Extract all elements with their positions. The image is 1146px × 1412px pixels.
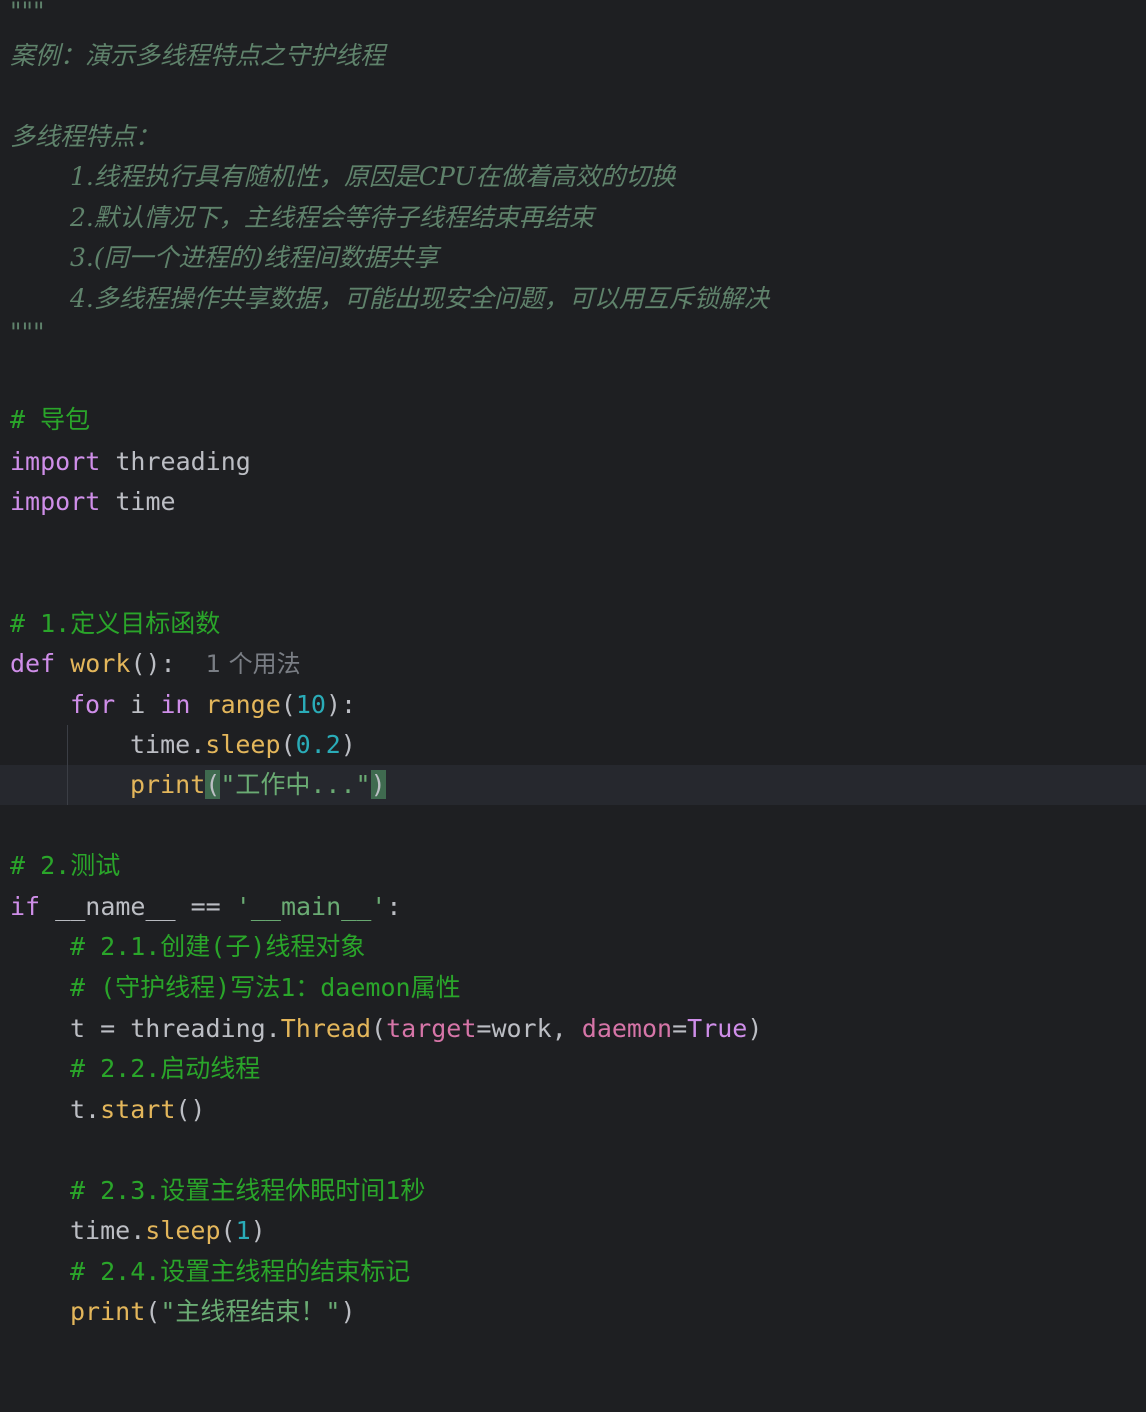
- docstring-point-line: 1.线程执行具有随机性，原因是CPU在做着高效的切换: [0, 157, 1146, 197]
- sleep-call: sleep: [145, 1216, 221, 1245]
- object-ref: t.: [70, 1095, 101, 1124]
- comment: # 2.1.创建(子)线程对象: [70, 932, 366, 961]
- range-call: range: [205, 690, 281, 719]
- param-value: =work,: [476, 1014, 582, 1043]
- number-literal: 1: [235, 1216, 251, 1245]
- signature-tail: ():: [130, 649, 176, 678]
- function-name: work: [70, 649, 131, 678]
- docstring-close-line: """: [0, 313, 1146, 353]
- number-literal: 0.2: [295, 730, 341, 759]
- start-call: start: [100, 1095, 176, 1124]
- code-line: def work(): 1 个用法: [0, 644, 1146, 684]
- comment: # 1.定义目标函数: [10, 609, 221, 638]
- def-keyword: def: [10, 649, 56, 678]
- code-line: # 1.定义目标函数: [0, 604, 1146, 644]
- code-line: # 2.2.启动线程: [0, 1049, 1146, 1089]
- module-name: threading: [115, 447, 251, 476]
- code-line: # 2.1.创建(子)线程对象: [0, 927, 1146, 967]
- module-ref: time.: [130, 730, 206, 759]
- code-line: import threading: [0, 442, 1146, 482]
- number-literal: 10: [295, 690, 326, 719]
- docstring-quote: """: [10, 318, 45, 347]
- usage-hint[interactable]: 1 个用法: [206, 650, 301, 678]
- in-keyword: in: [160, 690, 191, 719]
- code-line: time.sleep(0.2): [130, 730, 356, 759]
- code-line: # 2.4.设置主线程的结束标记: [0, 1252, 1146, 1292]
- if-keyword: if: [10, 892, 41, 921]
- docstring-subtitle-line: 多线程特点：: [0, 117, 1146, 157]
- assignment: t = threading.: [70, 1014, 281, 1043]
- code-line: print("主线程结束！"): [70, 1297, 356, 1326]
- docstring-point-line: 3.(同一个进程的)线程间数据共享: [0, 238, 1146, 278]
- print-call: print: [130, 770, 206, 799]
- condition: __name__ ==: [55, 892, 236, 921]
- code-line: for i in range(10):: [70, 690, 357, 719]
- string-literal: "主线程结束！": [160, 1297, 341, 1326]
- string-literal: '__main__': [235, 892, 387, 921]
- docstring-title: 案例：演示多线程特点之守护线程: [10, 41, 386, 70]
- code-line: t.start(): [0, 1090, 1146, 1130]
- code-line: if __name__ == '__main__':: [0, 887, 1146, 927]
- module-ref: time.: [70, 1216, 146, 1245]
- bool-literal: True: [687, 1014, 748, 1043]
- comment: # 2.3.设置主线程休眠时间1秒: [70, 1176, 426, 1205]
- colon: :: [386, 892, 402, 921]
- module-name: time: [115, 487, 176, 516]
- code-line: import time: [0, 482, 1146, 522]
- string-literal: "工作中...": [220, 770, 371, 799]
- code-line: # 导包: [0, 400, 1146, 440]
- param-name: target: [386, 1014, 477, 1043]
- sleep-call: sleep: [205, 730, 281, 759]
- comment: # (守护线程)写法1：daemon属性: [70, 973, 461, 1002]
- comment: # 导包: [10, 405, 91, 434]
- docstring-subtitle: 多线程特点：: [10, 122, 161, 151]
- print-call: print: [70, 1297, 146, 1326]
- code-line: time.sleep(1): [70, 1216, 266, 1245]
- code-line: # 2.3.设置主线程休眠时间1秒: [0, 1171, 1146, 1211]
- current-line: print("工作中..."): [0, 765, 1146, 805]
- docstring-point: 3.(同一个进程的)线程间数据共享: [70, 243, 439, 272]
- code-editor[interactable]: """ 案例：演示多线程特点之守护线程 多线程特点： 1.线程执行具有随机性，原…: [0, 0, 1146, 1335]
- docstring-title-line: 案例：演示多线程特点之守护线程: [0, 36, 1146, 76]
- code-line: # (守护线程)写法1：daemon属性: [0, 968, 1146, 1008]
- code-line: t = threading.Thread(target=work, daemon…: [70, 1014, 763, 1043]
- comment: # 2.测试: [10, 851, 121, 880]
- import-keyword: import: [10, 487, 101, 516]
- thread-class: Thread: [280, 1014, 372, 1043]
- docstring-point-line: 2.默认情况下，主线程会等待子线程结束再结束: [0, 198, 1146, 238]
- docstring-point: 1.线程执行具有随机性，原因是CPU在做着高效的切换: [70, 162, 676, 191]
- docstring-point: 2.默认情况下，主线程会等待子线程结束再结束: [70, 203, 594, 232]
- comment: # 2.2.启动线程: [70, 1054, 261, 1083]
- call-parens: (): [175, 1095, 206, 1124]
- param-name: daemon: [581, 1014, 673, 1043]
- docstring-quote: """: [10, 0, 45, 26]
- code-line: # 2.测试: [0, 846, 1146, 886]
- loop-variable: i: [130, 690, 146, 719]
- comment: # 2.4.设置主线程的结束标记: [70, 1257, 411, 1286]
- indent-guide: [67, 725, 68, 805]
- for-keyword: for: [70, 690, 116, 719]
- import-keyword: import: [10, 447, 101, 476]
- docstring-open-line: """: [0, 0, 1146, 32]
